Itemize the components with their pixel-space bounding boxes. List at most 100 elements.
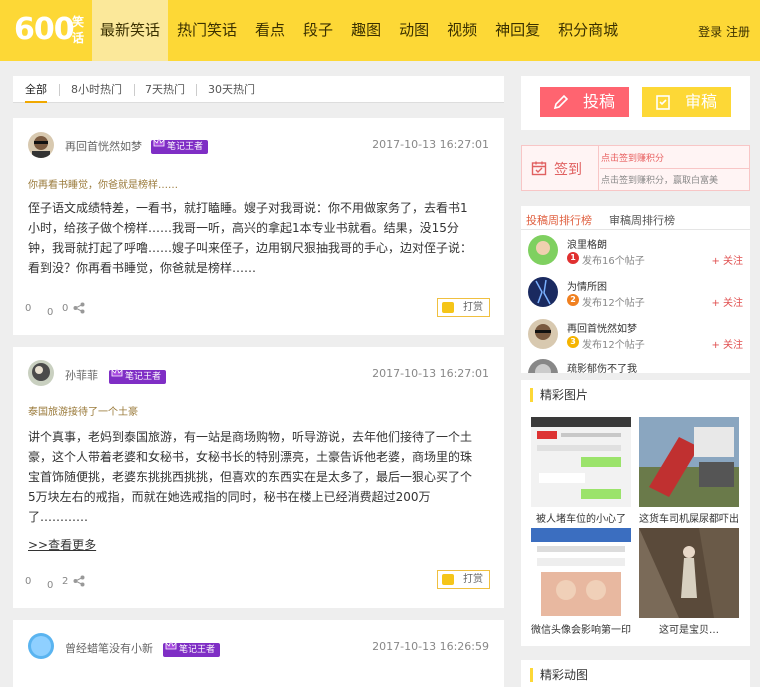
rank-item: 再回首恍然如梦 3 发布12个帖子 + 关注 xyxy=(521,316,750,354)
dislike-count[interactable]: 0 xyxy=(47,580,53,591)
filter-tabs: 全部 8小时热门 7天热门 30天热门 xyxy=(13,76,504,103)
comment-count[interactable]: 2 xyxy=(62,576,68,587)
comment-count[interactable]: 0 xyxy=(62,303,68,314)
rank-post-count: 发布12个帖子 xyxy=(582,298,645,309)
picture-caption[interactable]: 被人堵车位的小心了 xyxy=(531,510,631,525)
picture-thumb[interactable] xyxy=(639,417,739,507)
rank-item: 浪里格朗 1 发布16个帖子 + 关注 xyxy=(521,232,750,270)
tab-divider xyxy=(196,84,197,96)
rank-user-name[interactable]: 为情所困 xyxy=(567,278,607,293)
post-content: 讲个真事，老妈到泰国旅游，有一站是商场购物，听导游说，去年他们接待了一个土 豪，… xyxy=(28,430,473,524)
tip-button[interactable]: 打赏 xyxy=(437,298,490,317)
tab-post-ranking[interactable]: 投稿周排行榜 xyxy=(526,212,592,228)
post-card: 再回首恍然如梦 笔记王者 2017-10-13 16:27:01 你再看书睡觉，… xyxy=(13,118,504,335)
nav-dongtu[interactable]: 动图 xyxy=(390,0,438,61)
nav-latest[interactable]: 最新笑话 xyxy=(92,0,169,61)
divider xyxy=(600,168,750,169)
avatar[interactable] xyxy=(28,633,54,659)
calendar-icon xyxy=(531,161,547,176)
post-summary: 泰国旅游接待了一个土豪 xyxy=(28,407,138,418)
crown-icon xyxy=(111,366,123,377)
picture-thumb[interactable] xyxy=(531,417,631,507)
site-logo[interactable]: 600 笑话 xyxy=(14,12,94,50)
avatar[interactable] xyxy=(528,359,558,373)
login-link[interactable]: 登录 xyxy=(698,25,722,39)
avatar[interactable] xyxy=(28,132,54,158)
follow-button[interactable]: + 关注 xyxy=(711,336,743,351)
follow-button[interactable]: + 关注 xyxy=(711,294,743,309)
gift-icon xyxy=(442,302,454,313)
post-author[interactable]: 曾经蜡笔没有小新 xyxy=(65,640,153,656)
read-more-link[interactable]: >>查看更多 xyxy=(28,536,96,553)
picture-caption[interactable]: 这可是宝贝… xyxy=(639,621,739,636)
rank-item: 疏影郁伤不了我 xyxy=(521,356,750,373)
pencil-icon xyxy=(553,94,569,110)
nav-hot[interactable]: 热门笑话 xyxy=(168,0,246,61)
signin-box: 签到 点击签到赚积分 点击签到赚积分，赢取白富美 xyxy=(521,145,750,191)
tip-button[interactable]: 打赏 xyxy=(437,570,490,589)
crown-icon xyxy=(153,136,165,147)
tab-8h-hot[interactable]: 8小时热门 xyxy=(71,76,122,103)
nav-kandian[interactable]: 看点 xyxy=(246,0,294,61)
like-count[interactable]: 0 xyxy=(25,576,31,587)
post-author[interactable]: 孙菲菲 xyxy=(65,367,98,383)
clipboard-check-icon xyxy=(656,95,670,110)
share-icon[interactable] xyxy=(73,302,85,314)
avatar[interactable] xyxy=(528,319,558,349)
rank-number: 3 xyxy=(567,336,579,348)
section-title: 精彩图片 xyxy=(530,388,588,402)
rank-post-count: 发布16个帖子 xyxy=(582,256,645,267)
auth-links: 登录 注册 xyxy=(698,23,750,40)
top-header: 600 笑话 最新笑话 热门笑话 看点 段子 趣图 动图 视频 神回复 积分商城… xyxy=(0,0,760,61)
tab-7d-hot[interactable]: 7天热门 xyxy=(145,76,185,103)
gift-icon xyxy=(442,574,454,585)
post-time: 2017-10-13 16:27:01 xyxy=(372,367,489,380)
post-content: 侄子语文成绩特差，一看书，就打瞌睡。嫂子对我哥说：你不用做家务了，去看书1 小时… xyxy=(28,201,473,275)
tab-review-ranking[interactable]: 审稿周排行榜 xyxy=(609,212,675,228)
rank-user-name[interactable]: 疏影郁伤不了我 xyxy=(567,360,637,373)
featured-gifs: 精彩动图 xyxy=(521,660,750,687)
picture-thumb[interactable] xyxy=(639,528,739,618)
nav-points-mall[interactable]: 积分商城 xyxy=(549,0,627,61)
post-time: 2017-10-13 16:27:01 xyxy=(372,138,489,151)
avatar[interactable] xyxy=(28,360,54,386)
picture-caption[interactable]: 微信头像会影响第一印 xyxy=(531,621,631,636)
picture-caption[interactable]: 这货车司机屎尿都吓出 xyxy=(639,510,739,525)
signin-button[interactable]: 签到 xyxy=(522,146,599,190)
share-icon[interactable] xyxy=(73,575,85,587)
register-link[interactable]: 注册 xyxy=(726,25,750,39)
rank-list: 浪里格朗 1 发布16个帖子 + 关注 为情所困 2 发布12个帖子 + 关注 … xyxy=(521,230,750,373)
rank-user-name[interactable]: 浪里格朗 xyxy=(567,236,607,251)
tab-all[interactable]: 全部 xyxy=(25,76,47,103)
submit-post-button[interactable]: 投稿 xyxy=(540,87,629,117)
like-count[interactable]: 0 xyxy=(25,303,31,314)
avatar[interactable] xyxy=(528,277,558,307)
rank-number: 1 xyxy=(567,252,579,264)
nav-video[interactable]: 视频 xyxy=(438,0,486,61)
review-button[interactable]: 审稿 xyxy=(642,87,731,117)
nav-qutu[interactable]: 趣图 xyxy=(342,0,390,61)
rank-tabs: 投稿周排行榜 审稿周排行榜 xyxy=(521,206,750,230)
featured-pictures: 精彩图片 被人堵车位的小心了 这货车司机屎尿都吓出 微信头像会影响第一印 这可是… xyxy=(521,380,750,646)
main-nav: 最新笑话 热门笑话 看点 段子 趣图 动图 视频 神回复 积分商城 xyxy=(92,0,627,61)
nav-shenhuifu[interactable]: 神回复 xyxy=(486,0,549,61)
picture-thumb[interactable] xyxy=(531,528,631,618)
user-badge: 笔记王者 xyxy=(163,639,221,657)
tab-divider xyxy=(59,84,60,96)
rank-user-name[interactable]: 再回首恍然如梦 xyxy=(567,320,637,335)
tab-divider xyxy=(134,84,135,96)
post-time: 2017-10-13 16:26:59 xyxy=(372,640,489,653)
dislike-count[interactable]: 0 xyxy=(47,307,53,318)
nav-duanzi[interactable]: 段子 xyxy=(294,0,342,61)
post-summary: 你再看书睡觉，你爸就是榜样…… xyxy=(28,180,178,191)
signin-hint-secondary: 点击签到赚积分，赢取白富美 xyxy=(601,176,719,186)
signin-hint[interactable]: 点击签到赚积分 xyxy=(601,151,664,164)
rank-post-count: 发布12个帖子 xyxy=(582,340,645,351)
follow-button[interactable]: + 关注 xyxy=(711,252,743,267)
crown-icon xyxy=(165,639,177,650)
tab-30d-hot[interactable]: 30天热门 xyxy=(208,76,255,103)
avatar[interactable] xyxy=(528,235,558,265)
post-author[interactable]: 再回首恍然如梦 xyxy=(65,138,142,154)
rank-item: 为情所困 2 发布12个帖子 + 关注 xyxy=(521,274,750,312)
user-badge: 笔记王者 xyxy=(151,136,209,154)
